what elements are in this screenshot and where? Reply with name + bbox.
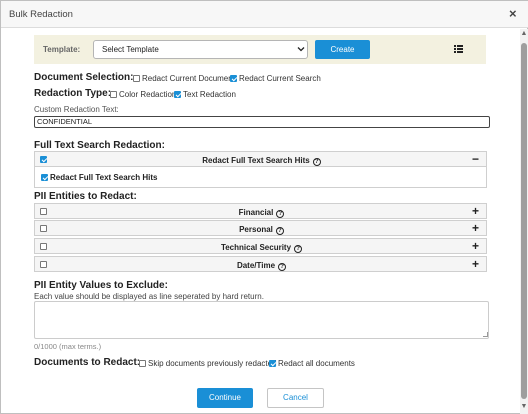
question-circle-icon[interactable]: ? xyxy=(278,263,287,271)
pii-exclude-textarea[interactable] xyxy=(34,301,489,339)
color-redaction-label: Color Redaction xyxy=(119,90,177,99)
redact-current-search-option[interactable]: Redact Current Search xyxy=(230,74,321,83)
pii-entities-title: PII Entities to Redact: xyxy=(34,191,137,202)
template-select-value: Select Template xyxy=(102,45,159,54)
redact-current-document-label: Redact Current Document xyxy=(142,74,235,83)
pii-exclude-hint: Each value should be displayed as line s… xyxy=(34,292,264,301)
question-circle-icon[interactable]: ? xyxy=(312,158,321,166)
plus-icon[interactable]: + xyxy=(472,257,479,271)
redact-current-document-option[interactable]: Redact Current Document xyxy=(133,74,235,83)
skip-previously-redacted-label: Skip documents previously redacted xyxy=(148,359,277,368)
cancel-button[interactable]: Cancel xyxy=(267,388,324,408)
pii-financial-label-row: Financial? xyxy=(35,208,488,218)
full-text-body-checkbox[interactable] xyxy=(41,174,48,181)
documents-to-redact-title: Documents to Redact: xyxy=(34,357,141,368)
pii-personal-label-row: Personal? xyxy=(35,225,488,235)
text-redaction-option[interactable]: Text Redaction xyxy=(174,90,236,99)
pii-entity-personal[interactable]: Personal? + xyxy=(34,220,487,236)
redact-current-search-label: Redact Current Search xyxy=(239,74,321,83)
pii-entity-date-time[interactable]: Date/Time? + xyxy=(34,256,487,272)
chevron-down-icon xyxy=(297,47,305,52)
text-redaction-label: Text Redaction xyxy=(183,90,236,99)
create-template-button[interactable]: Create xyxy=(315,40,370,59)
template-select[interactable]: Select Template xyxy=(93,40,308,59)
scroll-up-arrow-icon[interactable]: ▲ xyxy=(520,30,528,38)
custom-redaction-text-input[interactable]: CONFIDENTIAL xyxy=(34,116,490,128)
color-redaction-checkbox[interactable] xyxy=(110,91,117,98)
full-text-search-body: Redact Full Text Search Hits xyxy=(34,167,487,188)
continue-button[interactable]: Continue xyxy=(197,388,253,408)
dialog-title: Bulk Redaction xyxy=(9,9,73,20)
template-label: Template: xyxy=(43,45,81,54)
dialog-titlebar: Bulk Redaction × xyxy=(1,1,528,28)
color-redaction-option[interactable]: Color Redaction xyxy=(110,90,176,99)
question-circle-icon[interactable]: ? xyxy=(276,210,285,218)
plus-icon[interactable]: + xyxy=(472,204,479,218)
pii-technical-label: Technical Security xyxy=(220,243,292,252)
plus-icon[interactable]: + xyxy=(472,221,479,235)
plus-icon[interactable]: + xyxy=(472,239,479,253)
close-icon[interactable]: × xyxy=(509,7,517,20)
pii-entity-financial[interactable]: Financial? + xyxy=(34,203,487,219)
skip-previously-redacted-checkbox[interactable] xyxy=(139,360,146,367)
pii-personal-label: Personal xyxy=(239,225,273,234)
redact-all-documents-checkbox[interactable] xyxy=(269,360,276,367)
scroll-down-arrow-icon[interactable]: ▼ xyxy=(520,403,528,411)
skip-previously-redacted-option[interactable]: Skip documents previously redacted xyxy=(139,359,277,368)
question-circle-icon[interactable]: ? xyxy=(294,245,303,253)
redact-all-documents-option[interactable]: Redact all documents xyxy=(269,359,355,368)
minus-icon[interactable]: − xyxy=(472,152,479,166)
bulk-redaction-dialog: Bulk Redaction × ▲ ▼ Template: Select Te… xyxy=(0,0,528,414)
full-text-header-label-row: Redact Full Text Search Hits? xyxy=(35,156,488,166)
grid-icon[interactable] xyxy=(454,45,463,53)
redaction-type-title: Redaction Type: xyxy=(34,88,112,99)
full-text-header-label: Redact Full Text Search Hits xyxy=(202,156,310,165)
pii-entity-technical-security[interactable]: Technical Security? + xyxy=(34,238,487,254)
full-text-search-header[interactable]: Redact Full Text Search Hits? − xyxy=(34,151,487,167)
redact-current-document-checkbox[interactable] xyxy=(133,75,140,82)
full-text-search-title: Full Text Search Redaction: xyxy=(34,140,165,151)
document-selection-title: Document Selection: xyxy=(34,72,134,83)
pii-datetime-label-row: Date/Time? xyxy=(35,261,488,271)
pii-technical-label-row: Technical Security? xyxy=(35,243,488,253)
scrollbar-thumb[interactable] xyxy=(521,43,527,399)
full-text-body-option[interactable]: Redact Full Text Search Hits xyxy=(41,173,157,182)
pii-exclude-title: PII Entity Values to Exclude: xyxy=(34,280,168,291)
full-text-body-label: Redact Full Text Search Hits xyxy=(50,173,158,182)
custom-redaction-text-label: Custom Redaction Text: xyxy=(34,105,119,114)
pii-datetime-label: Date/Time xyxy=(236,261,276,270)
redact-current-search-checkbox[interactable] xyxy=(230,75,237,82)
redact-all-documents-label: Redact all documents xyxy=(278,359,355,368)
question-circle-icon[interactable]: ? xyxy=(275,227,284,235)
pii-exclude-counter: 0/1000 (max terms.) xyxy=(34,342,102,351)
text-redaction-checkbox[interactable] xyxy=(174,91,181,98)
pii-financial-label: Financial xyxy=(238,208,274,217)
resize-grip-icon[interactable] xyxy=(483,332,488,337)
